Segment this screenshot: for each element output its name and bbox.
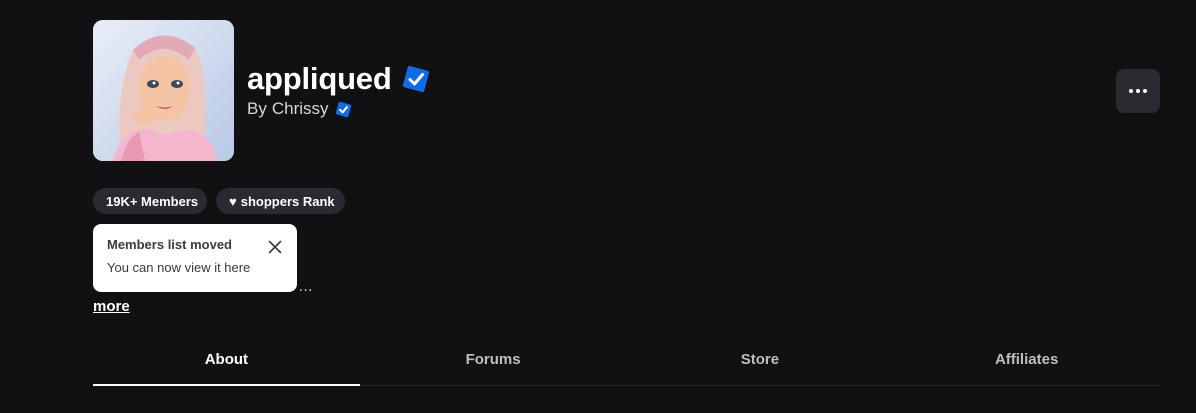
tab-forums[interactable]: Forums: [360, 334, 627, 385]
tab-affiliates[interactable]: Affiliates: [893, 334, 1160, 385]
tab-about[interactable]: About: [93, 334, 360, 386]
tooltip-title: Members list moved: [107, 237, 232, 252]
description-more-link[interactable]: more: [93, 298, 130, 315]
heart-icon: ♥: [229, 193, 237, 209]
more-options-button[interactable]: [1116, 69, 1160, 113]
members-moved-tooltip: Members list moved You can now view it h…: [93, 224, 297, 292]
members-count-pill[interactable]: 19K+ Members: [93, 188, 207, 214]
verified-badge-icon: [335, 101, 351, 117]
group-avatar-illustration: [93, 20, 234, 161]
group-page: appliqued By Chrissy 19K+ Members ♥ shop…: [0, 0, 1196, 413]
ellipsis-icon: [1129, 89, 1133, 93]
owner-name-link[interactable]: Chrissy: [272, 99, 329, 119]
group-tabs: About Forums Store Affiliates: [93, 334, 1160, 386]
owner-prefix: By: [247, 99, 267, 118]
group-owner: By Chrissy: [247, 97, 352, 121]
rank-label: shoppers Rank: [240, 193, 335, 209]
description-ellipsis: …: [298, 278, 313, 295]
verified-badge-icon: [402, 65, 429, 93]
ellipsis-dot: [1136, 89, 1140, 93]
group-avatar: [93, 20, 234, 161]
group-title-row: appliqued: [247, 57, 431, 101]
members-count-label: 19K+ Members: [106, 193, 199, 209]
tooltip-body: You can now view it here: [107, 260, 251, 275]
ellipsis-dot: [1143, 89, 1147, 93]
tab-store[interactable]: Store: [627, 334, 894, 385]
group-name: appliqued: [247, 61, 392, 96]
rank-pill[interactable]: ♥ shoppers Rank: [216, 188, 345, 214]
close-icon[interactable]: [268, 240, 282, 254]
